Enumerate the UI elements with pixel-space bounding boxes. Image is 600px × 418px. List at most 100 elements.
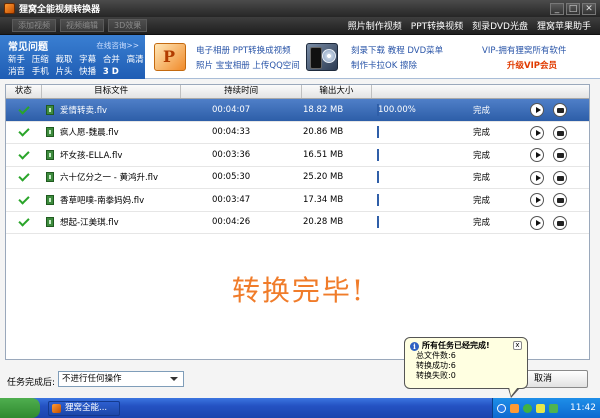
- check-icon: [18, 170, 30, 182]
- chat-icon[interactable]: [536, 403, 545, 413]
- info-icon: i: [410, 341, 419, 351]
- promo-ppt-line1[interactable]: 电子相册 PPT转换成视频: [196, 44, 291, 56]
- open-folder-icon[interactable]: [553, 193, 567, 207]
- file-name: 坏女孩-ELLA.flv: [60, 150, 123, 161]
- online-consult-link[interactable]: 在线咨询>>: [96, 40, 139, 51]
- faq-title: 常见问题: [8, 42, 48, 53]
- table-body: 爱情转卖.flv 00:04:07 18.82 MB 100.00% 完成疯人愿-魏晨.…: [6, 99, 589, 234]
- header-size[interactable]: 输出大小: [302, 85, 372, 98]
- faq-panel: 常见问题 在线咨询>> 新手 压缩 截取 字幕 合并 高清 消音 手机 片头 快…: [0, 35, 145, 79]
- play-icon[interactable]: [530, 103, 544, 117]
- faq-link-cut[interactable]: 截取: [55, 55, 72, 65]
- header-status[interactable]: 状态: [6, 85, 42, 98]
- file-name: 六十亿分之一 - 黄鸿升.flv: [60, 173, 159, 184]
- play-icon[interactable]: [530, 170, 544, 185]
- header-progress[interactable]: [372, 85, 589, 98]
- open-folder-icon[interactable]: [553, 103, 567, 117]
- maximize-button[interactable]: □: [566, 2, 580, 15]
- play-icon[interactable]: [530, 193, 544, 207]
- after-task-label: 任务完成后:: [7, 378, 56, 388]
- header-file[interactable]: 目标文件: [42, 85, 182, 98]
- add-video-button[interactable]: 添加视频: [12, 19, 56, 32]
- duration-cell: 00:04:26: [212, 217, 251, 228]
- table-row[interactable]: 疯人愿-魏晨.flv 00:04:33 20.86 MB 100.00% 完成: [6, 122, 589, 144]
- file-cell: 六十亿分之一 - 黄鸿升.flv: [42, 171, 182, 183]
- table-row[interactable]: 想起-江美琪.flv 00:04:26 20.28 MB 100.00% 完成: [6, 212, 589, 234]
- check-icon: [18, 193, 30, 205]
- menu-burn-dvd[interactable]: 刻录DVD光盘: [472, 19, 528, 32]
- promo-strip: 常见问题 在线咨询>> 新手 压缩 截取 字幕 合并 高清 消音 手机 片头 快…: [0, 35, 600, 79]
- app-tray-icon[interactable]: [510, 403, 519, 413]
- size-cell: 25.20 MB: [303, 172, 344, 183]
- menu-apple-helper[interactable]: 狸窝苹果助手: [537, 19, 591, 32]
- video-file-icon: [46, 217, 54, 228]
- check-icon: [18, 148, 30, 160]
- play-icon[interactable]: [530, 125, 544, 140]
- window-title: 狸窝全能视频转换器: [19, 5, 101, 15]
- faq-link-hd[interactable]: 高清: [127, 55, 144, 65]
- state-cell: 完成: [473, 173, 491, 184]
- promo-dvd-line2[interactable]: 制作卡拉OK 擦除: [351, 59, 417, 71]
- open-folder-icon[interactable]: [553, 170, 567, 185]
- faq-row-2: 消音 手机 片头 快播 3 D: [8, 65, 123, 77]
- taskbar-app-button[interactable]: 狸窝全能...: [48, 400, 120, 416]
- edit-video-button[interactable]: 视频编辑: [60, 19, 104, 32]
- check-icon: [18, 125, 30, 137]
- close-button[interactable]: ✕: [582, 2, 596, 15]
- progress-bar: 100.00%: [377, 103, 416, 116]
- faq-link-qvod[interactable]: 快播: [79, 67, 96, 77]
- network-icon[interactable]: [497, 403, 506, 413]
- faq-link-mute[interactable]: 消音: [8, 67, 25, 77]
- menu-photo-video[interactable]: 照片制作视频: [348, 19, 402, 32]
- app-logo-icon: [4, 3, 15, 14]
- system-tray: 11:42: [492, 398, 600, 418]
- after-task-select[interactable]: 不进行任何操作: [58, 371, 184, 387]
- table-row[interactable]: 坏女孩-ELLA.flv 00:03:36 16.51 MB 100.00% 完成: [6, 144, 589, 167]
- balloon-close-button[interactable]: x: [513, 341, 522, 350]
- faq-link-phone[interactable]: 手机: [32, 67, 49, 77]
- play-icon[interactable]: [530, 148, 544, 162]
- menu-bar: 添加视频 视频编辑 3D效果 照片制作视频 PPT转换视频 刻录DVD光盘 狸窝…: [0, 17, 600, 35]
- progress-bar: 100.00%: [377, 148, 416, 161]
- check-icon: [18, 103, 30, 115]
- promo-ppt-line2[interactable]: 照片 宝宝相册 上传QQ空间: [196, 59, 300, 71]
- play-icon[interactable]: [530, 215, 544, 230]
- title-bar[interactable]: 狸窝全能视频转换器 _ □ ✕: [0, 0, 600, 17]
- progress-cell: 100.00%: [373, 126, 471, 139]
- duration-cell: 00:05:30: [212, 172, 251, 183]
- balloon-header: i 所有任务已经完成!: [410, 341, 522, 351]
- size-cell: 20.86 MB: [303, 127, 344, 138]
- duration-cell: 00:03:47: [212, 194, 251, 205]
- balloon-failed: 转换失败:0: [416, 371, 456, 380]
- dvd-burn-icon[interactable]: [306, 43, 338, 71]
- 3d-effect-button[interactable]: 3D效果: [108, 19, 148, 32]
- volume-icon[interactable]: [549, 403, 558, 413]
- conversion-complete-message: 转换完毕!: [231, 274, 366, 307]
- table-row[interactable]: 香草吧噗-南拳妈妈.flv 00:03:47 17.34 MB 100.00% 完成: [6, 189, 589, 212]
- start-button[interactable]: [0, 398, 40, 418]
- faq-link-merge[interactable]: 合并: [103, 55, 120, 65]
- promo-vip-text[interactable]: VIP-拥有狸窝所有软件: [482, 44, 566, 56]
- table-row[interactable]: 六十亿分之一 - 黄鸿升.flv 00:05:30 25.20 MB 100.00% 完…: [6, 167, 589, 189]
- ppt-album-icon[interactable]: [154, 43, 186, 71]
- faq-link-beginner[interactable]: 新手: [8, 55, 25, 65]
- table-row[interactable]: 爱情转卖.flv 00:04:07 18.82 MB 100.00% 完成: [6, 99, 589, 122]
- faq-link-3d[interactable]: 3 D: [103, 67, 119, 77]
- faq-link-intro[interactable]: 片头: [55, 67, 72, 77]
- notification-balloon: i 所有任务已经完成! x 总文件数:6 转换成功:6 转换失败:0: [404, 337, 528, 389]
- minimize-button[interactable]: _: [550, 2, 564, 15]
- file-cell: 疯人愿-魏晨.flv: [42, 126, 182, 138]
- menu-ppt-video[interactable]: PPT转换视频: [411, 19, 463, 32]
- file-name: 香草吧噗-南拳妈妈.flv: [60, 195, 145, 206]
- open-folder-icon[interactable]: [553, 125, 567, 140]
- faq-link-subtitle[interactable]: 字幕: [79, 55, 96, 65]
- upgrade-vip-link[interactable]: 升级VIP会员: [507, 59, 557, 71]
- header-duration[interactable]: 持续时间: [181, 85, 302, 98]
- open-folder-icon[interactable]: [553, 215, 567, 230]
- file-cell: 香草吧噗-南拳妈妈.flv: [42, 194, 182, 206]
- open-folder-icon[interactable]: [553, 148, 567, 162]
- video-file-icon: [46, 104, 54, 115]
- promo-dvd-line1[interactable]: 刻录下载 教程 DVD菜单: [351, 44, 443, 56]
- faq-link-compress[interactable]: 压缩: [32, 55, 49, 65]
- security-icon[interactable]: [523, 403, 532, 413]
